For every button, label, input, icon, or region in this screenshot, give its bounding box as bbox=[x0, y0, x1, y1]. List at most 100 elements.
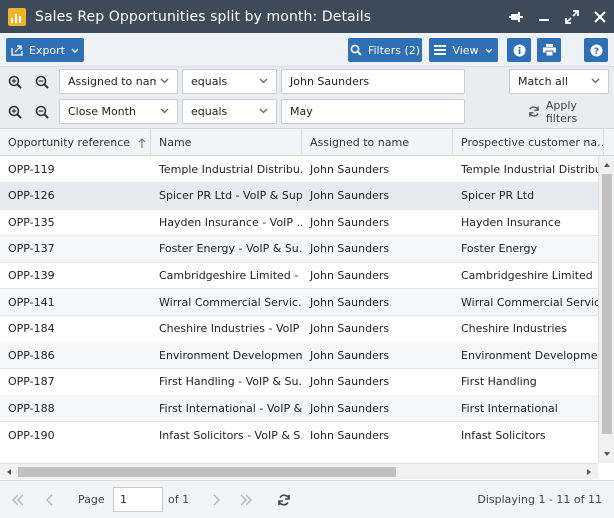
cell-assigned-to-name: John Saunders bbox=[310, 295, 390, 309]
chevron-down-icon bbox=[485, 48, 493, 53]
refresh-icon bbox=[529, 106, 539, 117]
title-bar: Sales Rep Opportunities split by month: … bbox=[0, 0, 614, 33]
page-count-label: of 1 bbox=[168, 493, 190, 506]
filters-label: Filters (2) bbox=[367, 43, 421, 57]
table-row[interactable]: OPP-184 Cheshire Industries - VoIP ... Joh… bbox=[0, 316, 598, 343]
table-row[interactable]: OPP-137 Foster Energy - VoIP & Su... John … bbox=[0, 235, 598, 263]
horizontal-scrollbar[interactable] bbox=[0, 463, 598, 479]
bar-chart-icon bbox=[8, 7, 26, 26]
minimize-icon[interactable] bbox=[530, 0, 558, 33]
refresh-icon[interactable] bbox=[276, 492, 292, 508]
cell-opportunity-reference: OPP-135 bbox=[8, 215, 55, 229]
cell-assigned-to-name: John Saunders bbox=[310, 189, 390, 203]
cell-assigned-to-name: John Saunders bbox=[310, 401, 390, 415]
chevron-down-icon bbox=[160, 78, 169, 84]
match-select[interactable]: Match all bbox=[509, 69, 609, 94]
filter-operator-select-2[interactable]: equals bbox=[182, 99, 277, 124]
filter-field-value: Assigned to name bbox=[68, 75, 156, 88]
cell-prospective-customer-name: Spicer PR Ltd bbox=[461, 189, 535, 203]
horizontal-scrollbar-thumb[interactable] bbox=[18, 467, 396, 477]
table-row[interactable]: OPP-119 Temple Industrial Distribu... John… bbox=[0, 156, 598, 183]
table-row[interactable]: OPP-141 Wirral Commercial Servic... John S… bbox=[0, 289, 598, 316]
chevron-down-icon bbox=[591, 78, 600, 84]
cell-prospective-customer-name: Infast Solicitors bbox=[461, 428, 546, 440]
print-button[interactable] bbox=[537, 38, 561, 62]
cell-assigned-to-name: John Saunders bbox=[310, 162, 390, 176]
cell-opportunity-reference: OPP-187 bbox=[8, 375, 55, 389]
filter-operator-value: equals bbox=[191, 105, 228, 118]
scroll-down-icon[interactable] bbox=[599, 447, 614, 461]
chevron-down-icon bbox=[259, 78, 268, 84]
zoom-out-icon[interactable] bbox=[33, 73, 51, 91]
filter-operator-select-1[interactable]: equals bbox=[182, 69, 277, 94]
filter-field-select-1[interactable]: Assigned to name bbox=[59, 69, 178, 94]
view-button[interactable]: View bbox=[429, 38, 498, 62]
page-label: Page bbox=[78, 493, 105, 506]
filter-field-select-2[interactable]: Close Month bbox=[59, 99, 178, 124]
column-header-prospective-customer-name[interactable]: Prospective customer na... bbox=[453, 129, 604, 156]
filter-value-input-2[interactable]: May bbox=[281, 99, 465, 124]
previous-page-icon[interactable] bbox=[42, 492, 58, 508]
cell-name: Spicer PR Ltd - VoIP & Sup... bbox=[159, 189, 302, 203]
filter-value-text: John Saunders bbox=[290, 75, 370, 88]
zoom-out-icon[interactable] bbox=[33, 103, 51, 121]
scroll-right-icon[interactable] bbox=[582, 464, 596, 480]
last-page-icon[interactable] bbox=[238, 492, 254, 508]
cell-assigned-to-name: John Saunders bbox=[310, 375, 390, 389]
close-icon[interactable] bbox=[586, 0, 614, 33]
cell-name: First Handling - VoIP & Su... bbox=[159, 375, 302, 389]
cell-prospective-customer-name: First International bbox=[461, 401, 558, 415]
cell-opportunity-reference: OPP-139 bbox=[8, 268, 55, 282]
vertical-scrollbar-thumb[interactable] bbox=[602, 174, 612, 434]
pin-icon[interactable] bbox=[502, 0, 530, 33]
table-row[interactable]: OPP-188 First International - VoIP &... Jo… bbox=[0, 395, 598, 423]
vertical-scrollbar[interactable] bbox=[598, 156, 614, 463]
cell-opportunity-reference: OPP-137 bbox=[8, 242, 55, 256]
zoom-in-icon[interactable] bbox=[6, 103, 24, 121]
page-number-input[interactable]: 1 bbox=[113, 487, 163, 512]
table-row[interactable]: OPP-187 First Handling - VoIP & Su... John… bbox=[0, 369, 598, 396]
info-icon bbox=[513, 44, 525, 56]
cell-assigned-to-name: John Saunders bbox=[310, 428, 390, 440]
scroll-left-icon[interactable] bbox=[2, 464, 16, 480]
cell-name: Infast Solicitors - VoIP & S... bbox=[159, 428, 302, 440]
help-button[interactable]: ? bbox=[584, 38, 608, 62]
help-icon: ? bbox=[590, 44, 602, 57]
cell-opportunity-reference: OPP-186 bbox=[8, 348, 55, 362]
apply-filters-button[interactable]: Apply filters bbox=[522, 98, 606, 125]
cell-assigned-to-name: John Saunders bbox=[310, 348, 390, 362]
table-row[interactable]: OPP-139 Cambridgeshire Limited - ... John … bbox=[0, 262, 598, 290]
cell-opportunity-reference: OPP-119 bbox=[8, 162, 55, 176]
table-row[interactable]: OPP-126 Spicer PR Ltd - VoIP & Sup... John… bbox=[0, 182, 598, 210]
next-page-icon[interactable] bbox=[208, 492, 224, 508]
apply-filters-label: Apply filters bbox=[545, 98, 578, 125]
search-icon bbox=[350, 44, 362, 56]
cell-assigned-to-name: John Saunders bbox=[310, 242, 390, 256]
cell-opportunity-reference: OPP-126 bbox=[8, 189, 55, 203]
table-row[interactable]: OPP-190 Infast Solicitors - VoIP & S... Jo… bbox=[0, 422, 598, 440]
column-header-name[interactable]: Name bbox=[151, 129, 302, 156]
cell-assigned-to-name: John Saunders bbox=[310, 268, 390, 282]
cell-prospective-customer-name: Foster Energy bbox=[461, 242, 538, 256]
filter-value-input-1[interactable]: John Saunders bbox=[281, 69, 465, 94]
export-icon bbox=[11, 44, 23, 56]
cell-prospective-customer-name: Environment Developmen... bbox=[461, 348, 598, 362]
filters-button[interactable]: Filters (2) bbox=[348, 38, 422, 62]
cell-prospective-customer-name: Cambridgeshire Limited bbox=[461, 268, 593, 282]
info-button[interactable] bbox=[507, 38, 531, 62]
column-header-opportunity-reference[interactable]: Opportunity reference bbox=[0, 129, 151, 156]
table-row[interactable]: OPP-135 Hayden Insurance - VoIP ... John S… bbox=[0, 209, 598, 237]
window-title: Sales Rep Opportunities split by month: … bbox=[35, 8, 372, 25]
export-button[interactable]: Export bbox=[6, 38, 84, 62]
cell-name: Wirral Commercial Servic... bbox=[159, 295, 302, 309]
filter-value-text: May bbox=[290, 105, 313, 118]
scroll-up-icon[interactable] bbox=[599, 158, 614, 172]
maximize-icon[interactable] bbox=[558, 0, 586, 33]
zoom-in-icon[interactable] bbox=[6, 73, 24, 91]
cell-prospective-customer-name: Cheshire Industries bbox=[461, 322, 568, 336]
first-page-icon[interactable] bbox=[10, 492, 26, 508]
cell-prospective-customer-name: First Handling bbox=[461, 375, 537, 389]
table-row[interactable]: OPP-186 Environment Developmen... John Sau… bbox=[0, 342, 598, 370]
column-header-assigned-to-name[interactable]: Assigned to name bbox=[302, 129, 453, 156]
cell-name: Environment Developmen... bbox=[159, 348, 302, 362]
